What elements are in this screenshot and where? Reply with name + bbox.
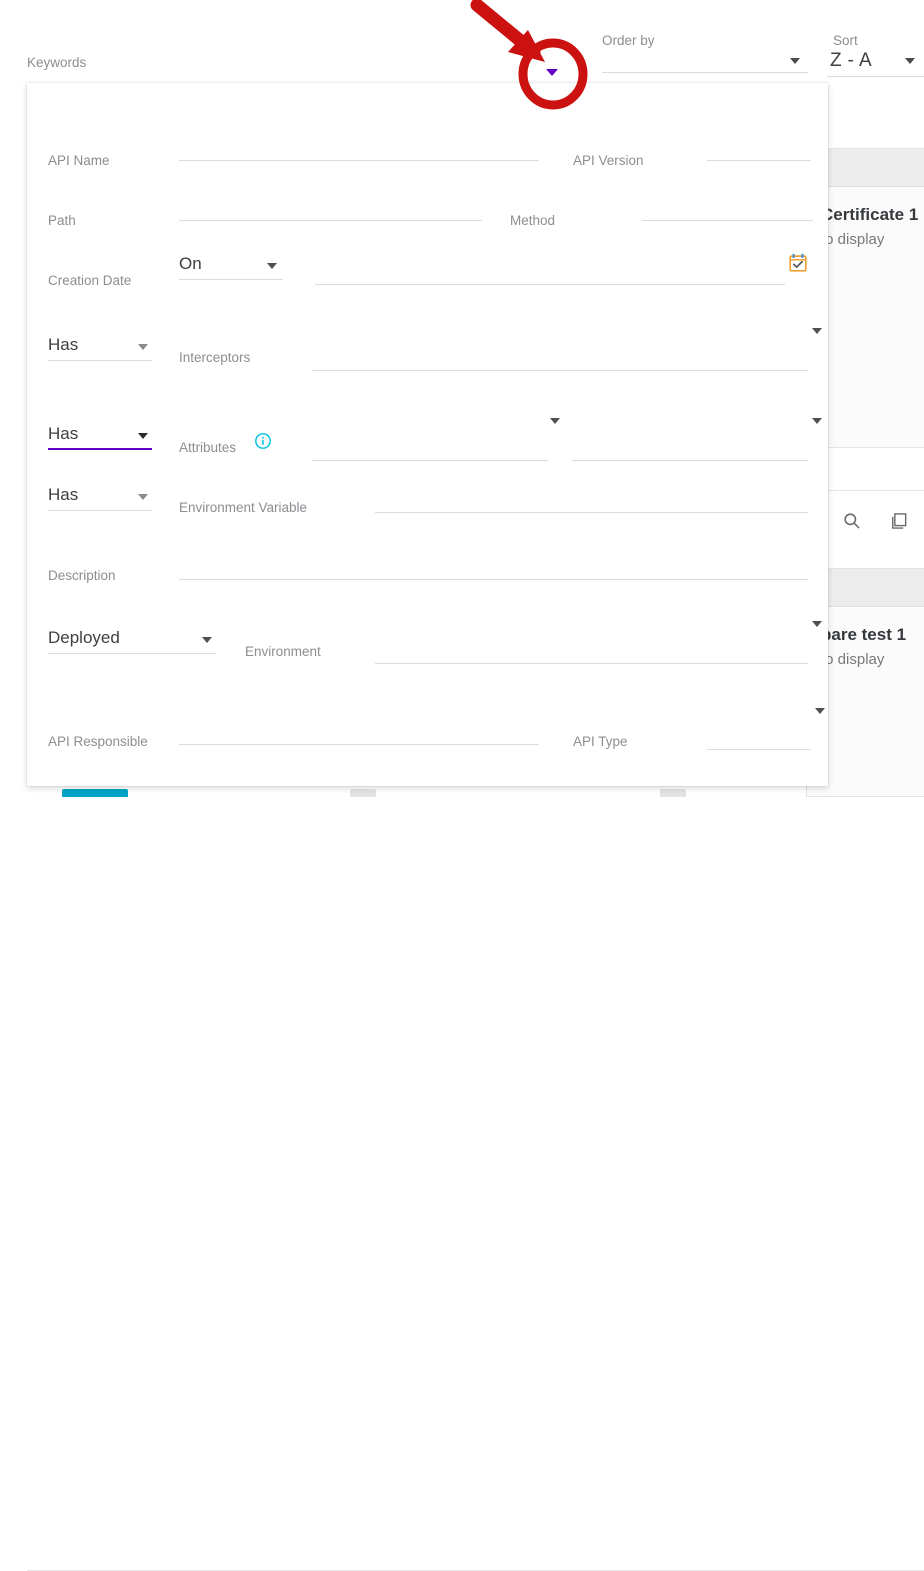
interceptors-select[interactable] [312, 343, 808, 371]
creation-date-operator-chevron-down-icon [267, 263, 277, 269]
environment-variable-operator-value: Has [48, 485, 78, 505]
attributes-operator-select[interactable]: Has [48, 422, 152, 450]
sort-chevron-down-icon[interactable] [905, 58, 915, 64]
api-name-input[interactable] [179, 139, 539, 161]
calendar-icon[interactable] [787, 252, 809, 274]
attributes-key-select[interactable] [312, 433, 548, 461]
api-version-input[interactable] [707, 139, 811, 161]
order-by-underline [602, 72, 808, 73]
keywords-label: Keywords [27, 56, 86, 70]
creation-date-label: Creation Date [48, 274, 131, 288]
interceptors-operator-chevron-down-icon [138, 344, 148, 350]
api-responsible-input[interactable] [179, 723, 539, 745]
environment-operator-chevron-down-icon [202, 637, 212, 643]
environment-variable-label: Environment Variable [179, 501, 307, 515]
api-type-select[interactable] [707, 722, 811, 750]
path-input[interactable] [179, 199, 482, 221]
sort-underline [827, 76, 924, 77]
copy-icon[interactable] [889, 511, 909, 531]
interceptors-operator-select[interactable]: Has [48, 333, 152, 361]
advanced-search-panel: API Name API Version Path Method Creatio… [27, 83, 828, 786]
path-label: Path [48, 214, 76, 228]
secondary-action-button[interactable] [660, 789, 686, 797]
environment-variable-input[interactable] [375, 491, 808, 513]
api-type-label: API Type [573, 735, 628, 749]
environment-label: Environment [245, 645, 321, 659]
interceptors-label: Interceptors [179, 351, 250, 365]
attributes-value-chevron-down-icon [812, 418, 822, 424]
interceptors-operator-value: Has [48, 335, 78, 355]
environment-operator-value: Deployed [48, 628, 120, 648]
api-type-chevron-down-icon [815, 708, 825, 714]
keywords-input[interactable] [100, 50, 520, 74]
api-version-label: API Version [573, 154, 644, 168]
primary-action-button[interactable] [62, 789, 128, 797]
info-icon[interactable] [254, 432, 272, 450]
attributes-operator-value: Has [48, 424, 78, 444]
method-label: Method [510, 214, 555, 228]
description-label: Description [48, 569, 116, 583]
attributes-label: Attributes [179, 441, 236, 455]
sort-value[interactable]: Z - A [830, 50, 872, 72]
attributes-operator-chevron-down-icon [138, 433, 148, 439]
method-input[interactable] [642, 199, 813, 221]
order-by-label: Order by [602, 34, 655, 48]
interceptors-chevron-down-icon [812, 328, 822, 334]
api-name-label: API Name [48, 154, 110, 168]
advanced-search-toggle-icon[interactable] [546, 69, 558, 76]
creation-date-input[interactable] [315, 263, 785, 285]
secondary-action-button[interactable] [350, 789, 376, 797]
sort-label: Sort [833, 34, 858, 48]
environment-variable-operator-select[interactable]: Has [48, 483, 152, 511]
search-toolbar: Keywords Order by Sort Z - A [0, 0, 924, 83]
api-responsible-label: API Responsible [48, 735, 148, 749]
order-by-chevron-down-icon[interactable] [790, 58, 800, 64]
environment-select[interactable] [375, 636, 808, 664]
environment-chevron-down-icon [812, 621, 822, 627]
creation-date-operator-select[interactable]: On [179, 252, 283, 280]
search-icon[interactable] [842, 511, 861, 530]
attributes-key-chevron-down-icon [550, 418, 560, 424]
attributes-value-select[interactable] [572, 433, 808, 461]
environment-variable-operator-chevron-down-icon [138, 494, 148, 500]
description-input[interactable] [179, 558, 808, 580]
creation-date-operator-value: On [179, 254, 202, 274]
environment-operator-select[interactable]: Deployed [48, 626, 216, 654]
